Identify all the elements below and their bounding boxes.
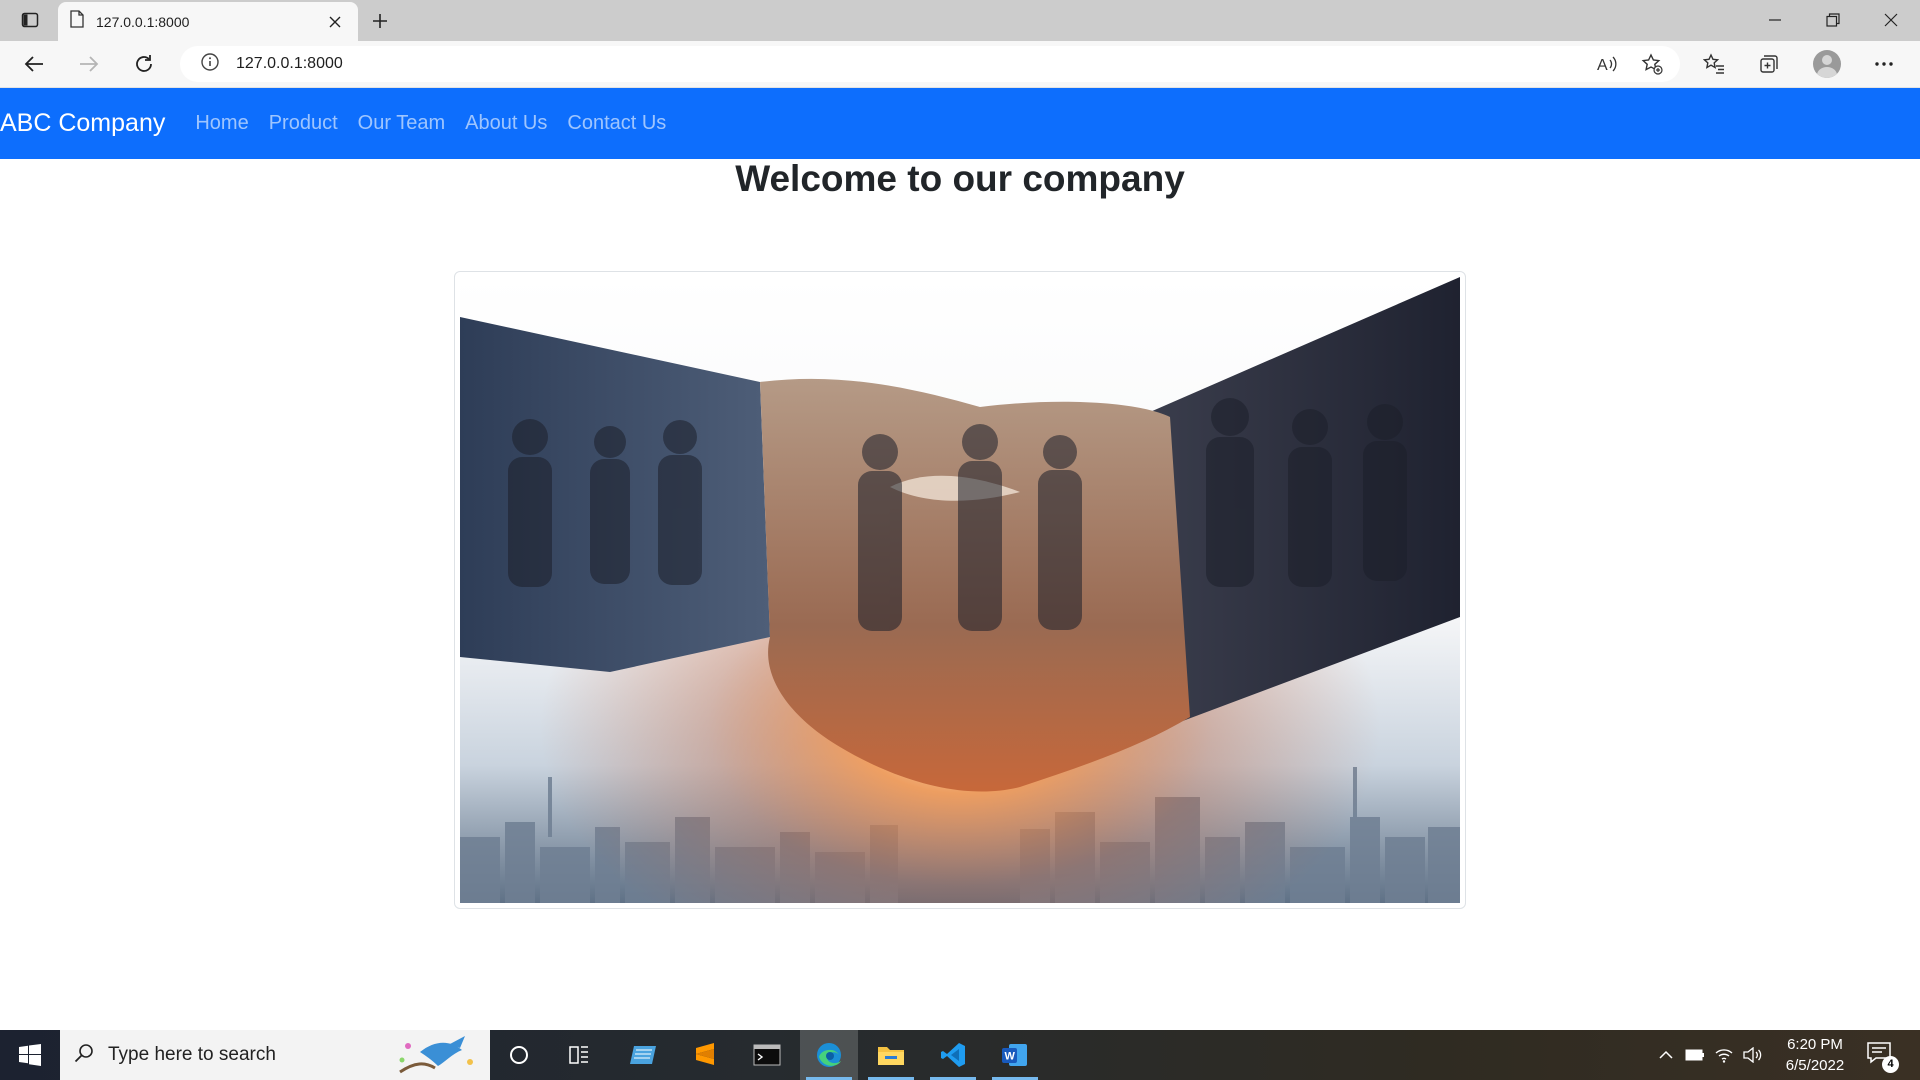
nav-link-home[interactable]: Home [195, 112, 248, 135]
search-icon [74, 1043, 94, 1068]
svg-text:W: W [1005, 1051, 1016, 1063]
edge-icon[interactable] [800, 1030, 858, 1080]
new-tab-button[interactable] [366, 8, 394, 34]
restore-icon[interactable] [1808, 5, 1858, 35]
browser-tab[interactable]: 127.0.0.1:8000 [58, 2, 358, 41]
windows-start-icon[interactable] [0, 1030, 60, 1080]
file-explorer-icon[interactable] [862, 1030, 920, 1080]
volume-icon[interactable] [1739, 1030, 1767, 1080]
more-options-icon[interactable] [1866, 47, 1902, 81]
nav-link-product[interactable]: Product [269, 112, 338, 135]
vscode-icon[interactable] [924, 1030, 982, 1080]
back-icon[interactable] [16, 47, 52, 81]
favorites-icon[interactable] [1696, 47, 1732, 81]
url-text[interactable]: 127.0.0.1:8000 [236, 55, 343, 73]
tab-actions-icon[interactable] [14, 8, 46, 32]
terminal-icon[interactable] [738, 1030, 796, 1080]
browser-toolbar: 127.0.0.1:8000 A [0, 41, 1920, 88]
hero-image-card [454, 271, 1466, 909]
browser-tab-bar: 127.0.0.1:8000 [0, 0, 1920, 41]
page-icon [70, 10, 84, 33]
forward-icon[interactable] [71, 47, 107, 81]
collections-icon[interactable] [1751, 47, 1787, 81]
sublime-text-icon[interactable] [676, 1030, 734, 1080]
close-window-icon[interactable] [1866, 5, 1916, 35]
clock-date: 6/5/2022 [1785, 1057, 1845, 1074]
site-navbar: ABC Company Home Product Our Team About … [0, 88, 1920, 159]
windows-taskbar: Type here to search W 6:20 PM 6/5/2022 4 [0, 1030, 1920, 1080]
add-favorite-icon[interactable] [1634, 47, 1670, 81]
app-icon[interactable] [614, 1030, 672, 1080]
notification-count-badge: 4 [1882, 1056, 1899, 1073]
wifi-icon[interactable] [1710, 1030, 1738, 1080]
profile-avatar[interactable] [1809, 47, 1845, 81]
handshake-image [460, 277, 1460, 903]
cortana-icon[interactable] [490, 1030, 548, 1080]
svg-text:A: A [1597, 57, 1608, 74]
taskbar-search-box[interactable]: Type here to search [60, 1030, 490, 1080]
search-placeholder: Type here to search [108, 1044, 276, 1065]
brand-link[interactable]: ABC Company [0, 109, 165, 138]
tab-title: 127.0.0.1:8000 [96, 13, 190, 30]
minimize-icon[interactable] [1750, 5, 1800, 35]
avatar [1813, 50, 1841, 78]
clock-time: 6:20 PM [1787, 1036, 1843, 1053]
word-icon[interactable]: W [986, 1030, 1044, 1080]
taskbar-clock[interactable]: 6:20 PM 6/5/2022 [1770, 1034, 1860, 1076]
nav-link-contact-us[interactable]: Contact Us [567, 112, 666, 135]
site-info-icon[interactable] [200, 52, 220, 77]
battery-icon[interactable] [1681, 1030, 1709, 1080]
read-aloud-icon[interactable]: A [1589, 47, 1625, 81]
close-tab-icon[interactable] [324, 11, 346, 33]
show-hidden-icons-icon[interactable] [1652, 1030, 1680, 1080]
address-bar[interactable]: 127.0.0.1:8000 [180, 46, 1680, 82]
nav-link-our-team[interactable]: Our Team [358, 112, 445, 135]
page-heading: Welcome to our company [735, 158, 1185, 199]
search-highlight-icon [390, 1032, 480, 1080]
nav-link-about-us[interactable]: About Us [465, 112, 547, 135]
notifications-icon[interactable]: 4 [1866, 1040, 1899, 1073]
reload-icon[interactable] [126, 47, 162, 81]
task-view-icon[interactable] [550, 1030, 608, 1080]
